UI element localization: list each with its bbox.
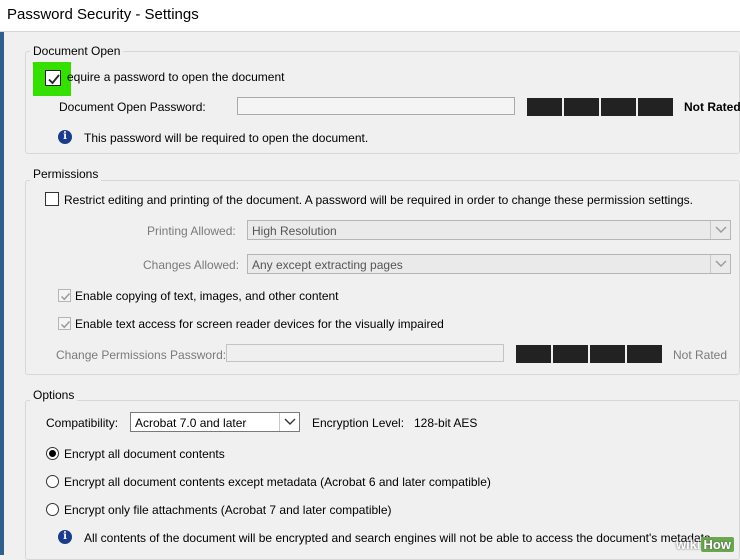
password-strength-label: Not Rated [684,100,740,114]
title-bar: Password Security - Settings [0,0,740,32]
chevron-down-icon [715,260,727,267]
encrypt-attachments-label[interactable]: Encrypt only file attachments (Acrobat 7… [64,503,392,517]
changes-allowed-value: Any except extracting pages [252,258,403,272]
info-icon: i [58,530,72,544]
watermark-wiki: wiki [675,537,701,552]
changes-allowed-select[interactable]: Any except extracting pages [247,254,731,274]
compatibility-value: Acrobat 7.0 and later [135,416,247,430]
checkmark-icon [60,320,71,329]
password-strength-meter [527,98,673,116]
document-open-info-text: This password will be required to open t… [84,131,369,145]
enable-copying-checkbox[interactable] [58,289,71,302]
screen-reader-checkbox[interactable] [58,317,71,330]
encrypt-all-radio[interactable] [46,447,59,460]
wikihow-watermark: wiki How [676,537,734,552]
chevron-down-icon [715,226,727,233]
document-open-password-label: Document Open Password: [59,100,206,114]
compatibility-select[interactable]: Acrobat 7.0 and later [130,412,300,432]
document-open-group-label: Document Open [30,44,124,58]
chevron-down-icon [284,418,296,425]
require-password-checkbox[interactable] [45,70,61,86]
screen-reader-label[interactable]: Enable text access for screen reader dev… [75,317,444,331]
printing-allowed-select[interactable]: High Resolution [247,220,731,240]
options-info-text: All contents of the document will be enc… [84,531,714,545]
require-password-label[interactable]: equire a password to open the document [67,70,284,84]
document-open-password-field[interactable] [237,97,515,115]
options-group-label: Options [30,388,78,402]
info-icon: i [58,130,72,144]
permissions-group-label: Permissions [30,167,102,181]
change-permissions-password-label: Change Permissions Password: [56,348,227,362]
compatibility-label: Compatibility: [46,416,119,430]
change-permissions-password-field[interactable] [226,344,504,362]
printing-allowed-value: High Resolution [252,224,337,238]
window-title: Password Security - Settings [7,6,199,23]
permissions-strength-label: Not Rated [673,348,728,362]
background-window-edge [0,32,4,555]
encrypt-except-metadata-label[interactable]: Encrypt all document contents except met… [64,475,491,489]
encrypt-attachments-radio[interactable] [46,503,59,516]
encrypt-all-label[interactable]: Encrypt all document contents [64,447,225,461]
restrict-editing-label[interactable]: Restrict editing and printing of the doc… [64,193,693,207]
enable-copying-label[interactable]: Enable copying of text, images, and othe… [75,289,339,303]
encrypt-except-metadata-radio[interactable] [46,475,59,488]
watermark-how: How [700,537,734,552]
encryption-level-value: 128-bit AES [414,416,478,430]
encryption-level-label: Encryption Level: [312,416,405,430]
restrict-editing-checkbox[interactable] [45,192,59,206]
checkmark-icon [48,74,60,85]
permissions-strength-meter [516,345,662,363]
printing-allowed-label: Printing Allowed: [147,224,236,238]
changes-allowed-label: Changes Allowed: [143,258,240,272]
checkmark-icon [60,292,71,301]
